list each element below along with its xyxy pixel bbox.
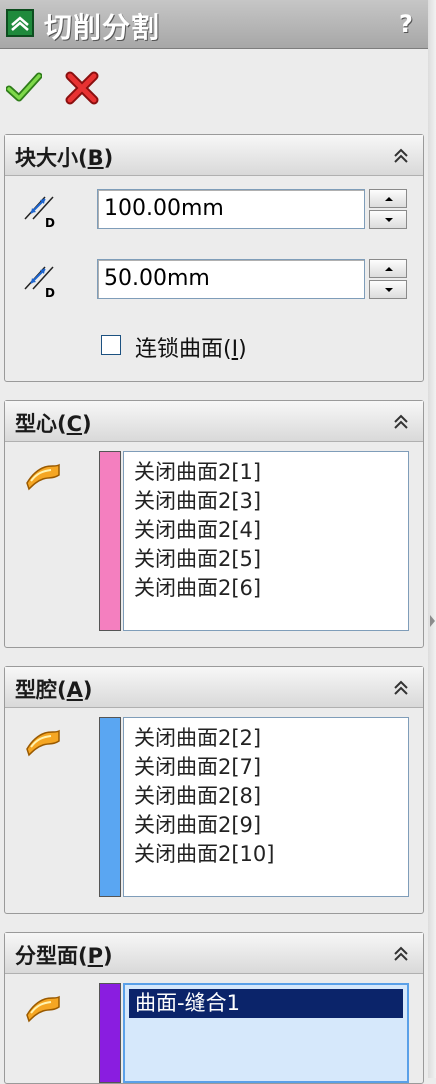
double-chevron-up-icon[interactable] (393, 414, 409, 430)
cavity-header[interactable]: 型腔(A) (5, 667, 423, 708)
list-item[interactable]: 关闭曲面2[2] (124, 724, 408, 753)
cavity-group: 型腔(A) 关闭曲面2[2] 关闭曲面2[7] 关闭曲面2[8] 关闭曲面2[9… (4, 666, 424, 914)
core-header[interactable]: 型心(C) (5, 401, 423, 442)
title-bar: 切削分割 ? (0, 0, 428, 49)
parting-surface-list[interactable]: 曲面-缝合1 (123, 983, 409, 1083)
cavity-title: 型腔(A) (15, 678, 93, 702)
interlock-checkbox[interactable] (101, 335, 121, 355)
depth-row-2: D 50.00mm (5, 255, 423, 303)
action-bar (0, 60, 428, 110)
list-item-selected[interactable]: 曲面-缝合1 (129, 989, 403, 1018)
parting-surface-group: 分型面(P) 曲面-缝合1 (4, 932, 424, 1084)
list-item[interactable]: 关闭曲面2[1] (124, 458, 408, 487)
depth-row-1: D 100.00mm (5, 185, 423, 233)
list-item[interactable]: 关闭曲面2[10] (124, 840, 408, 869)
help-button[interactable]: ? (394, 10, 418, 38)
mold-split-icon (6, 9, 34, 37)
core-title: 型心(C) (15, 412, 92, 436)
page-title: 切削分割 (44, 11, 161, 44)
dimension-d-icon: D (24, 196, 55, 229)
list-item[interactable]: 关闭曲面2[3] (124, 487, 408, 516)
block-size-group: 块大小(B) D 100.00mm D 50.00mm 连锁曲面(I) (4, 134, 424, 382)
core-list[interactable]: 关闭曲面2[1] 关闭曲面2[3] 关闭曲面2[4] 关闭曲面2[5] 关闭曲面… (123, 451, 409, 631)
spin-down-button[interactable] (369, 210, 407, 229)
cavity-color-bar (99, 717, 121, 897)
flag-icon (26, 463, 60, 491)
check-icon (5, 72, 43, 102)
depth-spinner-1[interactable] (369, 189, 407, 229)
list-item[interactable]: 关闭曲面2[6] (124, 574, 408, 603)
block-size-title: 块大小(B) (15, 146, 114, 170)
x-icon (65, 71, 99, 105)
parting-color-bar (99, 983, 121, 1083)
parting-surface-title: 分型面(P) (15, 944, 113, 968)
parting-surface-header[interactable]: 分型面(P) (5, 933, 423, 974)
list-item[interactable]: 关闭曲面2[9] (124, 811, 408, 840)
svg-text:D: D (45, 216, 55, 229)
flag-icon (26, 995, 60, 1023)
depth-input-2[interactable]: 50.00mm (97, 259, 365, 299)
depth-input-1[interactable]: 100.00mm (97, 189, 365, 229)
spin-up-button[interactable] (369, 189, 407, 208)
list-item[interactable]: 关闭曲面2[8] (124, 782, 408, 811)
flag-icon (26, 729, 60, 757)
double-chevron-up-icon[interactable] (393, 680, 409, 696)
interlock-label: 连锁曲面(I) (135, 337, 247, 362)
ok-button[interactable] (5, 70, 43, 106)
panel-resize-edge[interactable] (428, 0, 436, 1078)
double-chevron-up-icon[interactable] (393, 946, 409, 962)
list-item[interactable]: 关闭曲面2[4] (124, 516, 408, 545)
spin-up-button[interactable] (369, 259, 407, 278)
spin-down-button[interactable] (369, 280, 407, 299)
block-size-header[interactable]: 块大小(B) (5, 135, 423, 176)
svg-text:D: D (45, 286, 55, 299)
cancel-button[interactable] (64, 70, 100, 106)
double-chevron-up-icon[interactable] (393, 148, 409, 164)
core-color-bar (99, 451, 121, 631)
dimension-d-icon: D (24, 266, 55, 299)
splitter-arrow-icon[interactable] (430, 615, 435, 627)
core-group: 型心(C) 关闭曲面2[1] 关闭曲面2[3] 关闭曲面2[4] 关闭曲面2[5… (4, 400, 424, 648)
depth-spinner-2[interactable] (369, 259, 407, 299)
cavity-list[interactable]: 关闭曲面2[2] 关闭曲面2[7] 关闭曲面2[8] 关闭曲面2[9] 关闭曲面… (123, 717, 409, 897)
list-item[interactable]: 关闭曲面2[7] (124, 753, 408, 782)
list-item[interactable]: 关闭曲面2[5] (124, 545, 408, 574)
